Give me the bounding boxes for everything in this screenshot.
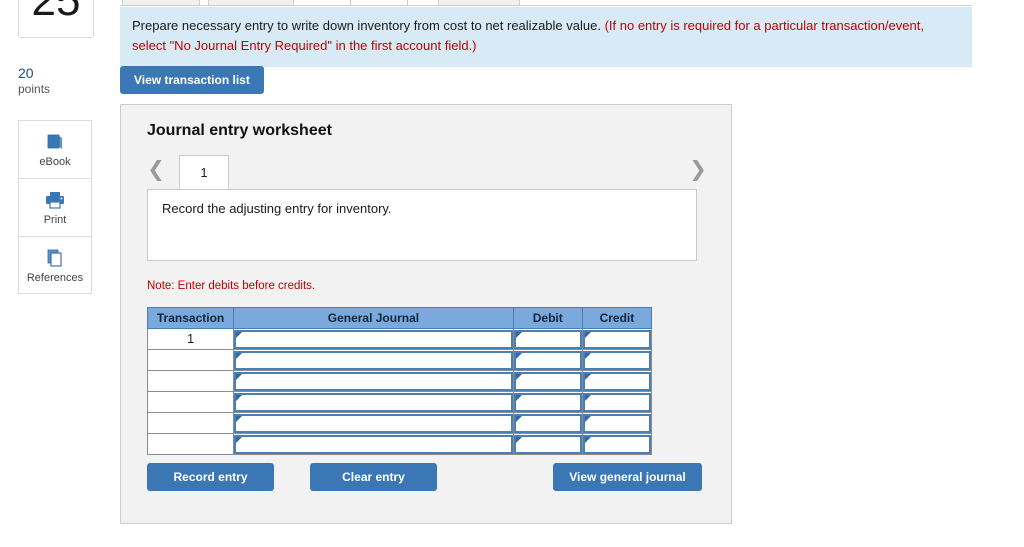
book-icon [45,131,65,153]
credit-input[interactable] [582,434,651,454]
worksheet-actions: Record entry Clear entry View general jo… [147,463,707,491]
table-row [146,370,653,392]
debit-cell [512,349,583,371]
general-journal-cell [233,433,514,455]
transaction-cell [146,433,235,455]
debit-input[interactable] [513,350,582,370]
table-header-row: Transaction General Journal Debit Credit [146,307,653,329]
ebook-label: eBook [39,156,71,168]
debit-cell [512,412,583,434]
worksheet-title: Journal entry worksheet [147,122,332,139]
record-entry-button[interactable]: Record entry [147,463,274,491]
transaction-cell [146,370,235,392]
general-journal-cell [233,328,514,350]
credit-cell [581,412,653,434]
view-general-journal-button[interactable]: View general journal [553,463,702,491]
column-header-credit: Credit [581,307,653,329]
debit-cell [512,328,583,350]
worksheet-page-tab-1[interactable]: 1 [179,155,229,189]
column-header-transaction: Transaction [146,307,235,329]
general-journal-input[interactable] [234,371,513,391]
worksheet-pager: ❮ 1 ❯ [147,155,707,189]
tool-button-stack: eBook Print References [18,120,92,294]
transaction-cell [146,412,235,434]
table-row [146,412,653,434]
printer-icon [44,189,66,211]
debit-input[interactable] [513,413,582,433]
transaction-cell: 1 [146,328,235,350]
credit-cell [581,328,653,350]
general-journal-cell [233,412,514,434]
question-tabs-strip [120,0,972,6]
credit-input[interactable] [582,329,651,349]
worksheet-description-text: Record the adjusting entry for inventory… [162,201,392,216]
references-label: References [26,271,84,284]
journal-entry-worksheet-panel: Journal entry worksheet ❮ 1 ❯ Record the… [120,104,732,524]
general-journal-input[interactable] [234,434,513,454]
credit-cell [581,370,653,392]
worksheet-description-box: Record the adjusting entry for inventory… [147,189,697,261]
print-label: Print [43,214,67,226]
credit-cell [581,433,653,455]
question-number: 25 [31,0,81,25]
table-row [146,433,653,455]
instruction-banner: Prepare necessary entry to write down in… [120,7,972,68]
general-journal-input[interactable] [234,413,513,433]
left-rail: 25 20 points eBook Print References [0,0,110,547]
clear-entry-button[interactable]: Clear entry [310,463,437,491]
chevron-left-icon[interactable]: ❮ [147,156,165,184]
credit-input[interactable] [582,371,651,391]
instruction-main-text: Prepare necessary entry to write down in… [132,18,601,33]
general-journal-cell [233,349,514,371]
credit-input[interactable] [582,392,651,412]
column-header-general-journal: General Journal [233,307,514,329]
table-row [146,349,653,371]
references-button[interactable]: References [18,236,92,294]
points-label: points [18,82,51,97]
view-transaction-list-button[interactable]: View transaction list [120,66,264,94]
ebook-button[interactable]: eBook [18,120,92,178]
debit-input[interactable] [513,371,582,391]
credit-cell [581,349,653,371]
general-journal-input[interactable] [234,329,513,349]
debit-input[interactable] [513,329,582,349]
general-journal-cell [233,370,514,392]
general-journal-input[interactable] [234,392,513,412]
debits-before-credits-note: Note: Enter debits before credits. [147,280,316,292]
debit-cell [512,391,583,413]
credit-input[interactable] [582,413,651,433]
credit-input[interactable] [582,350,651,370]
debit-cell [512,433,583,455]
points-value: 20 [18,65,34,81]
debit-input[interactable] [513,434,582,454]
general-journal-cell [233,391,514,413]
print-button[interactable]: Print [18,178,92,236]
tabs-baseline [120,5,972,6]
points-block: 20 points [18,64,50,98]
credit-cell [581,391,653,413]
debit-input[interactable] [513,392,582,412]
transaction-cell [146,391,235,413]
column-header-debit: Debit [512,307,583,329]
debit-cell [512,370,583,392]
copy-pages-icon [45,247,65,269]
general-journal-input[interactable] [234,350,513,370]
transaction-cell [146,349,235,371]
journal-entry-table-body: 1 [146,328,653,455]
chevron-right-icon[interactable]: ❯ [689,156,707,184]
journal-entry-table: Transaction General Journal Debit Credit… [146,307,653,455]
table-row [146,391,653,413]
question-number-box: 25 [18,0,94,38]
table-row: 1 [146,328,653,350]
